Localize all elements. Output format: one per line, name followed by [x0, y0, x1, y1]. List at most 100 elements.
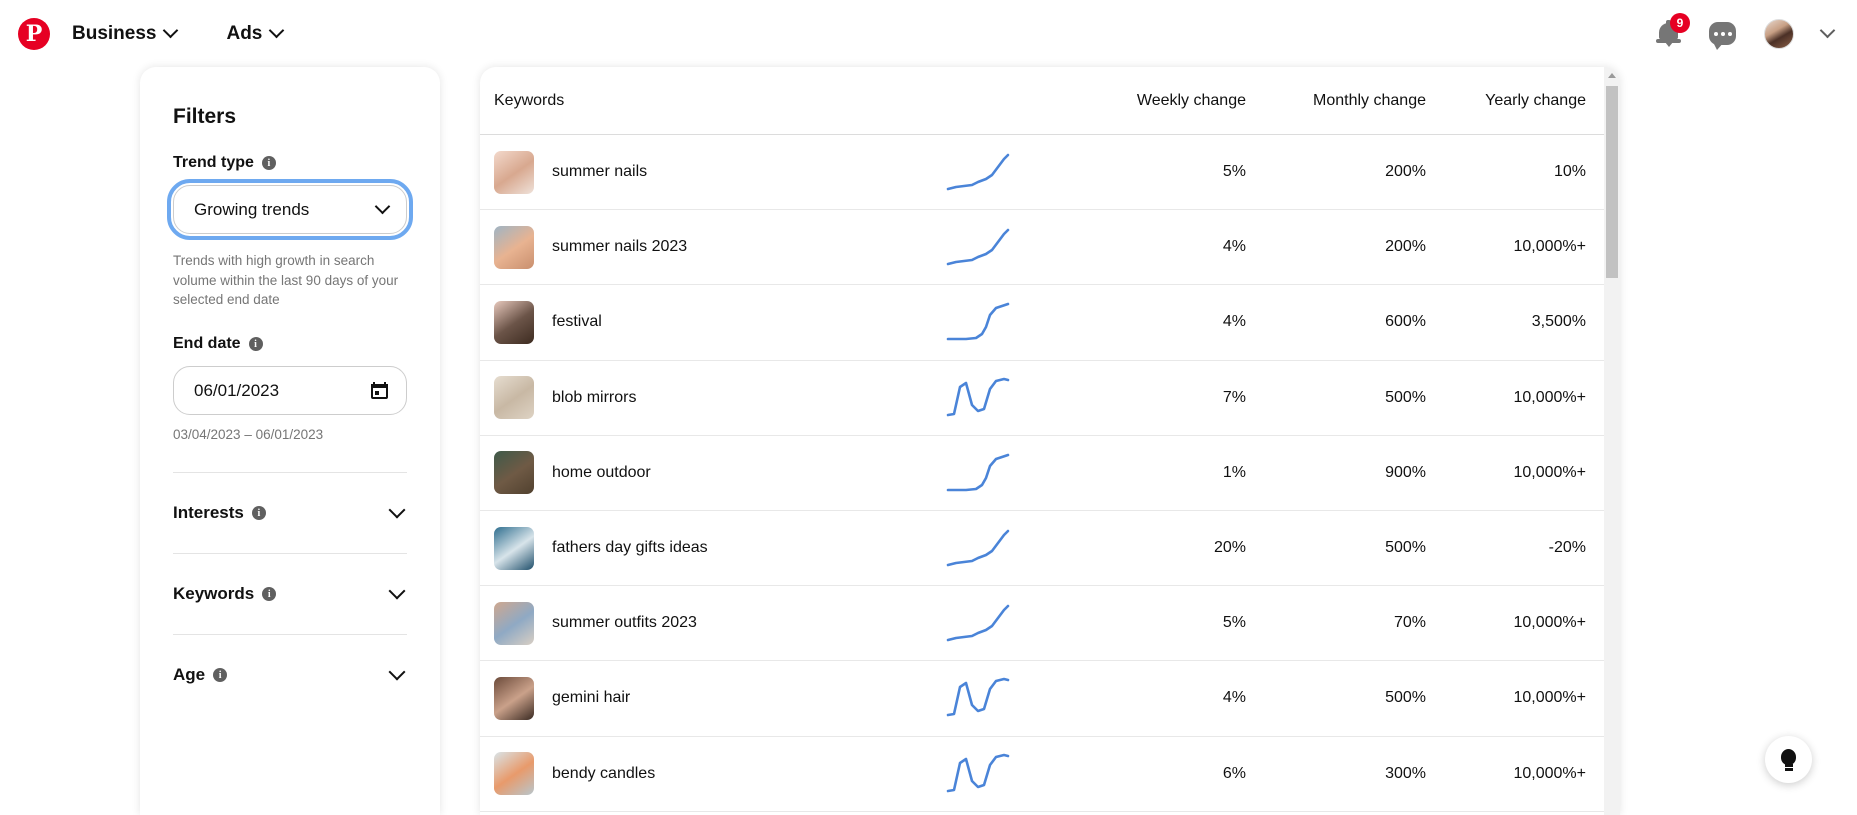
keyword-label: summer nails [552, 163, 647, 181]
account-chevron-down-icon[interactable] [1820, 23, 1836, 39]
monthly-change-value: 900% [1246, 464, 1426, 482]
keyword-thumbnail[interactable] [494, 226, 534, 269]
column-header-yearly-change[interactable]: Yearly change [1426, 92, 1616, 110]
nav-business-menu[interactable]: Business [72, 23, 176, 45]
pinterest-logo-icon[interactable]: P [18, 18, 50, 50]
nav-business-label: Business [72, 23, 156, 45]
lightbulb-icon [1781, 749, 1796, 771]
info-icon[interactable]: i [262, 587, 276, 601]
keyword-label: summer outfits 2023 [552, 614, 697, 632]
keyword-label: summer nails 2023 [552, 238, 687, 256]
avatar[interactable] [1764, 19, 1794, 49]
nav-right-group: 9 [1656, 19, 1857, 49]
weekly-change-value: 4% [1066, 313, 1246, 331]
sidebar-item-age[interactable]: Age i [173, 635, 407, 685]
notifications-button[interactable]: 9 [1656, 20, 1681, 47]
interests-label: Interests [173, 503, 244, 523]
sparkline-cell [946, 450, 1066, 496]
keyword-label: gemini hair [552, 689, 630, 707]
keyword-cell: summer outfits 2023 [494, 602, 946, 645]
keyword-thumbnail[interactable] [494, 602, 534, 645]
keyword-cell: bendy candles [494, 752, 946, 795]
monthly-change-value: 200% [1246, 163, 1426, 181]
sparkline-rising-icon [946, 149, 1012, 195]
trend-type-selected-value: Growing trends [194, 200, 309, 220]
sparkline-spike-icon [946, 375, 1012, 421]
chevron-down-icon [375, 199, 391, 215]
keywords-label: Keywords [173, 584, 254, 604]
calendar-icon[interactable] [371, 382, 388, 399]
sidebar-item-keywords[interactable]: Keywords i [173, 554, 407, 604]
table-row[interactable]: gemini hair4%500%10,000%+ [480, 661, 1620, 736]
yearly-change-value: 3,500% [1426, 313, 1616, 331]
date-range-text: 03/04/2023 – 06/01/2023 [173, 427, 407, 442]
table-row[interactable]: summer nails 20234%200%10,000%+ [480, 210, 1620, 285]
chevron-down-icon [389, 663, 406, 680]
trend-type-label-row: Trend type i [173, 154, 407, 172]
keyword-thumbnail[interactable] [494, 451, 534, 494]
sparkline-spike-icon [946, 675, 1012, 721]
table-row[interactable]: festival 4%600%3,500% [480, 285, 1620, 360]
keyword-label: blob mirrors [552, 389, 636, 407]
keyword-thumbnail[interactable] [494, 752, 534, 795]
sparkline-rising-icon [946, 600, 1012, 646]
sparkline-spike-icon [946, 751, 1012, 797]
speech-bubble-icon [1709, 22, 1736, 45]
yearly-change-value: 10,000%+ [1426, 765, 1616, 783]
monthly-change-value: 600% [1246, 313, 1426, 331]
table-row[interactable]: summer outfits 20235%70%10,000%+ [480, 586, 1620, 661]
yearly-change-value: 10,000%+ [1426, 238, 1616, 256]
keyword-thumbnail[interactable] [494, 151, 534, 194]
yearly-change-value: 10,000%+ [1426, 389, 1616, 407]
monthly-change-value: 300% [1246, 765, 1426, 783]
info-icon[interactable]: i [249, 337, 263, 351]
info-icon[interactable]: i [252, 506, 266, 520]
sparkline-step-up-icon [946, 450, 1012, 496]
keyword-thumbnail[interactable] [494, 376, 534, 419]
trend-type-select[interactable]: Growing trends [173, 185, 407, 234]
keyword-thumbnail[interactable] [494, 301, 534, 344]
keyword-cell: festival [494, 301, 946, 344]
sparkline-cell [946, 224, 1066, 270]
yearly-change-value: -20% [1426, 539, 1616, 557]
table-body: summer nails5%200%10%summer nails 20234%… [480, 135, 1620, 812]
yearly-change-value: 10,000%+ [1426, 614, 1616, 632]
table-row[interactable]: blob mirrors7%500%10,000%+ [480, 361, 1620, 436]
info-icon[interactable]: i [262, 156, 276, 170]
sparkline-cell [946, 751, 1066, 797]
end-date-label-row: End date i [173, 335, 407, 353]
help-lightbulb-button[interactable] [1765, 736, 1812, 783]
table-row[interactable]: summer nails5%200%10% [480, 135, 1620, 210]
yearly-change-value: 10,000%+ [1426, 689, 1616, 707]
weekly-change-value: 1% [1066, 464, 1246, 482]
end-date-input[interactable]: 06/01/2023 [173, 366, 407, 415]
scroll-up-arrow-icon[interactable] [1604, 67, 1620, 84]
table-row[interactable]: fathers day gifts ideas20%500%-20% [480, 511, 1620, 586]
sparkline-step-up-icon [946, 299, 1012, 345]
scrollbar-thumb[interactable] [1606, 86, 1618, 278]
column-header-monthly-change[interactable]: Monthly change [1246, 92, 1426, 110]
column-header-keywords[interactable]: Keywords [494, 92, 946, 110]
trend-type-hint: Trends with high growth in search volume… [173, 251, 407, 310]
monthly-change-value: 500% [1246, 689, 1426, 707]
sparkline-rising-icon [946, 224, 1012, 270]
chevron-down-icon [389, 582, 406, 599]
table-row[interactable]: home outdoor1%900%10,000%+ [480, 436, 1620, 511]
table-row[interactable]: bendy candles6%300%10,000%+ [480, 737, 1620, 812]
info-icon[interactable]: i [213, 668, 227, 682]
sidebar-item-interests[interactable]: Interests i [173, 473, 407, 523]
messages-button[interactable] [1709, 22, 1736, 45]
monthly-change-value: 70% [1246, 614, 1426, 632]
vertical-scrollbar[interactable] [1604, 67, 1620, 815]
age-label: Age [173, 665, 205, 685]
page-body: Filters Trend type i Growing trends Tren… [0, 67, 1857, 815]
chevron-down-icon [269, 23, 285, 39]
keyword-thumbnail[interactable] [494, 677, 534, 720]
end-date-value: 06/01/2023 [194, 381, 279, 401]
nav-ads-menu[interactable]: Ads [226, 23, 282, 45]
keyword-label: home outdoor [552, 464, 651, 482]
sparkline-rising-icon [946, 525, 1012, 571]
column-header-weekly-change[interactable]: Weekly change [1066, 92, 1246, 110]
keyword-thumbnail[interactable] [494, 527, 534, 570]
trend-type-label: Trend type [173, 154, 254, 172]
